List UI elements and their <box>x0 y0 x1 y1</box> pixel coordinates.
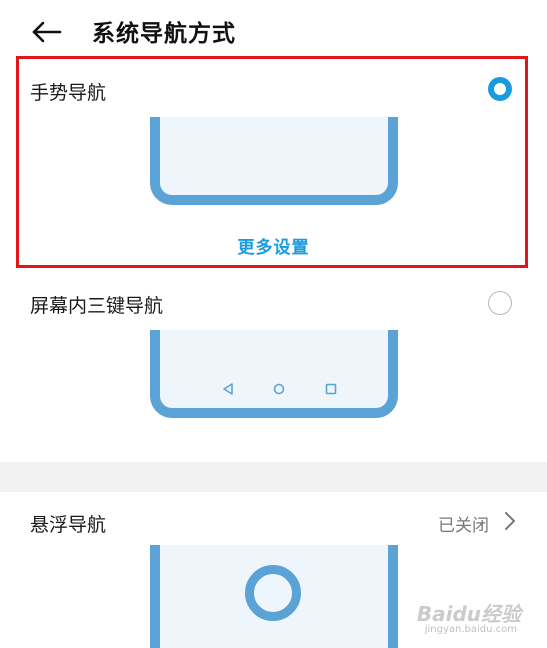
recents-square-icon <box>325 383 337 395</box>
section-divider <box>0 462 547 492</box>
watermark-url: jingyan.baidu.com <box>424 624 517 635</box>
floating-navigation-status[interactable]: 已关闭 <box>438 511 489 536</box>
option-three-key-navigation-label[interactable]: 屏幕内三键导航 <box>30 291 163 318</box>
more-settings-link[interactable]: 更多设置 <box>0 233 547 258</box>
nav-key-row <box>160 382 388 402</box>
three-key-navigation-preview <box>150 330 398 418</box>
home-circle-icon <box>273 383 285 395</box>
floating-ball-icon <box>245 565 301 621</box>
page-title: 系统导航方式 <box>92 21 236 47</box>
option-floating-navigation-label[interactable]: 悬浮导航 <box>30 510 106 537</box>
gesture-navigation-radio[interactable] <box>488 77 512 101</box>
top-bar: 系统导航方式 <box>0 0 547 62</box>
option-gesture-navigation-label[interactable]: 手势导航 <box>30 78 106 105</box>
three-key-navigation-radio[interactable] <box>488 291 512 315</box>
chevron-right-icon[interactable] <box>503 510 517 532</box>
watermark-logo: Baidu经验 <box>416 602 521 626</box>
gesture-navigation-preview <box>150 117 398 205</box>
back-triangle-icon <box>223 383 233 395</box>
arrow-left-icon[interactable] <box>30 18 64 46</box>
